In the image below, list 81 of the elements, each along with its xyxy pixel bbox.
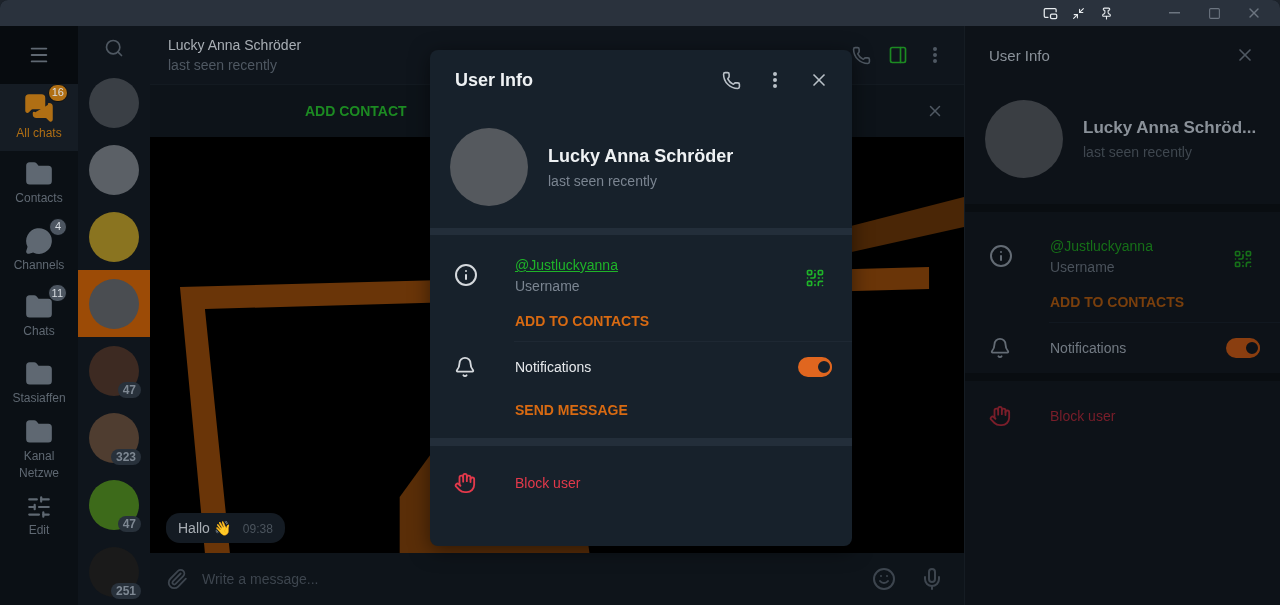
unread-badge: 251 xyxy=(110,583,141,599)
message-text: Hallo 👋 xyxy=(178,520,231,536)
folder-icon xyxy=(25,417,53,446)
username-link[interactable]: @Justluckyanna xyxy=(1050,238,1153,254)
shrink-icon xyxy=(1071,6,1085,20)
folder-tab[interactable]: 16 All chats xyxy=(0,84,78,151)
notifications-toggle[interactable] xyxy=(1226,338,1260,358)
username-label: Username xyxy=(515,278,580,294)
info-icon xyxy=(989,244,1013,268)
avatar-placeholder xyxy=(89,479,139,530)
folder-tab[interactable]: 11 Chats xyxy=(0,283,78,350)
pin-icon xyxy=(1099,6,1113,20)
message-time: 09:38 xyxy=(242,522,273,536)
unread-badge: 11 xyxy=(47,284,67,303)
send-message-button[interactable]: SEND MESSAGE xyxy=(515,402,628,418)
folder-label: Edit xyxy=(28,521,50,539)
username-label: Username xyxy=(1050,259,1115,275)
unread-badge: 323 xyxy=(110,449,141,465)
notifications-label: Notifications xyxy=(515,359,592,375)
add-to-contacts-button[interactable]: ADD TO CONTACTS xyxy=(1050,294,1185,310)
add-contact-button[interactable]: ADD CONTACT xyxy=(305,103,407,119)
add-to-contacts-button[interactable]: ADD TO CONTACTS xyxy=(515,313,650,329)
folder-icon xyxy=(25,359,53,388)
unread-badge: 4 xyxy=(49,217,67,236)
phone-icon xyxy=(851,45,871,65)
folder-label: Kanal Netzwe xyxy=(18,447,60,482)
folder-tab[interactable]: Edit xyxy=(0,483,78,550)
raised-hand-icon xyxy=(989,405,1011,427)
side-panel-icon xyxy=(888,45,908,65)
username-link[interactable]: @Justluckyanna xyxy=(515,257,618,273)
info-icon xyxy=(454,263,478,287)
chat-status: last seen recently xyxy=(168,57,278,73)
chat-list-item[interactable]: 251 xyxy=(78,538,150,605)
unread-badge: 47 xyxy=(117,516,141,532)
notifications-toggle[interactable] xyxy=(798,357,832,377)
folder-label: Chats xyxy=(23,323,55,341)
minimize-icon xyxy=(1168,12,1180,14)
chat-list-item[interactable]: 47 xyxy=(78,471,150,538)
avatar-placeholder xyxy=(89,278,139,329)
qr-code-icon xyxy=(805,268,825,288)
bell-icon xyxy=(989,337,1011,359)
folder-label: All chats xyxy=(16,124,62,142)
sliders-icon xyxy=(26,493,52,520)
notifications-label: Notifications xyxy=(1050,340,1127,356)
chat-list-item[interactable]: 323 xyxy=(78,404,150,471)
folder-label: Contacts xyxy=(15,190,63,208)
more-icon xyxy=(773,72,777,88)
chat-bubble-icon xyxy=(25,226,53,255)
avatar-placeholder xyxy=(89,546,139,597)
dialog-title: User Info xyxy=(455,69,533,91)
phone-icon xyxy=(721,70,741,90)
smiley-icon xyxy=(872,567,896,591)
avatar-placeholder xyxy=(89,211,139,262)
folder-tab[interactable]: Stasiaffen xyxy=(0,350,78,417)
avatar-placeholder xyxy=(89,345,139,396)
avatar-placeholder xyxy=(89,412,139,463)
more-icon xyxy=(933,47,937,63)
folder-tab[interactable]: Kanal Netzwe xyxy=(0,416,78,483)
maximize-icon xyxy=(1207,6,1221,20)
chat-list-item[interactable]: 47 xyxy=(78,337,150,404)
search-icon xyxy=(104,37,124,58)
folder-tab[interactable]: 4 Channels xyxy=(0,217,78,284)
raised-hand-icon xyxy=(454,472,476,494)
contact-status: last seen recently xyxy=(548,172,658,189)
chat-bubbles-icon xyxy=(24,92,54,123)
contact-name: Lucky Anna Schröder xyxy=(548,145,734,167)
picture-in-picture-icon xyxy=(1042,5,1058,21)
block-user-button[interactable]: Block user xyxy=(515,475,581,491)
contact-name: Lucky Anna Schröd... xyxy=(1083,118,1257,138)
menu-button[interactable] xyxy=(0,26,78,84)
avatar-placeholder xyxy=(89,144,139,195)
unread-badge: 47 xyxy=(117,382,141,398)
qr-code-icon xyxy=(1233,249,1253,269)
chat-title: Lucky Anna Schröder xyxy=(168,37,303,53)
bell-icon xyxy=(454,356,476,378)
avatar-placeholder xyxy=(89,77,139,128)
paperclip-icon xyxy=(166,568,188,590)
panel-title: User Info xyxy=(989,46,1050,64)
folder-label: Stasiaffen xyxy=(12,389,66,407)
folder-label: Channels xyxy=(13,256,65,274)
folder-tab[interactable]: Contacts xyxy=(0,150,78,217)
